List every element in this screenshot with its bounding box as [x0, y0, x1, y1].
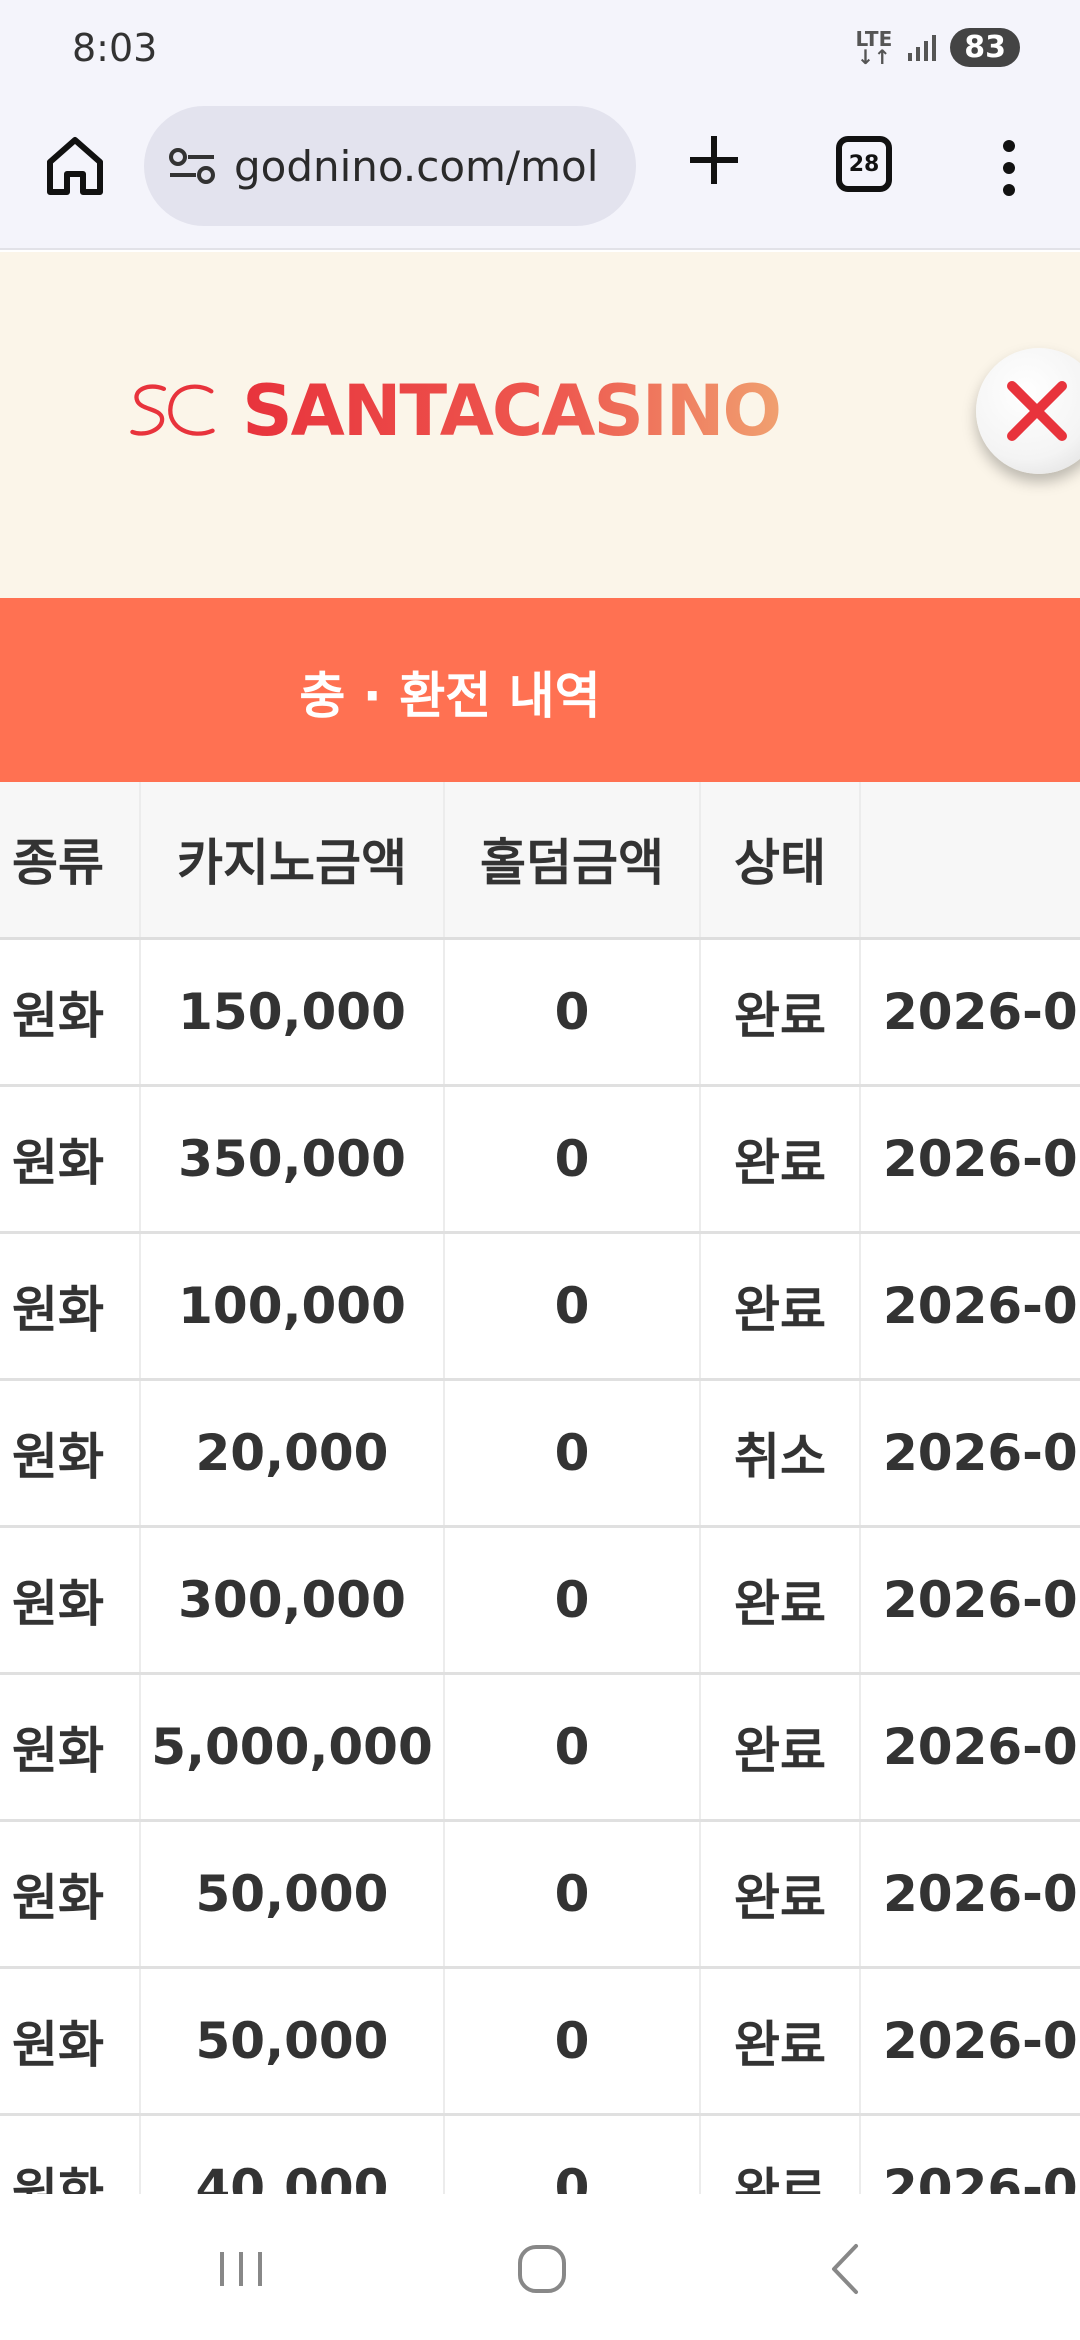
table-row: 원화 40,000 0 완료 2026-0	[0, 2114, 1080, 2194]
battery-badge: 83	[950, 28, 1020, 67]
status-bar: 8:03 LTE ↓↑ 83	[0, 0, 1080, 100]
cell-holdem-amount: 0	[444, 1673, 701, 1822]
address-bar[interactable]: godnino.com/mol	[144, 106, 636, 226]
cell-date: 2026-0	[860, 1673, 1080, 1822]
cell-holdem-amount: 0	[444, 938, 701, 1087]
cell-date: 2026-0	[860, 2114, 1080, 2194]
browser-toolbar: godnino.com/mol 28	[0, 100, 1080, 250]
cell-holdem-amount: 0	[444, 1820, 701, 1969]
cell-date: 2026-04	[860, 938, 1080, 1087]
cell-holdem-amount: 0	[444, 1085, 701, 1234]
cell-type: 원화	[0, 1379, 141, 1528]
cell-status: 완료	[700, 1085, 861, 1234]
table-row: 원화 150,000 0 완료 2026-04	[0, 938, 1080, 1087]
cell-casino-amount: 50,000	[140, 1967, 445, 2116]
header-type: 종류	[0, 782, 141, 940]
cell-status: 완료	[700, 1673, 861, 1822]
cell-casino-amount: 350,000	[140, 1085, 445, 1234]
cell-type: 원화	[0, 1673, 141, 1822]
cell-casino-amount: 100,000	[140, 1232, 445, 1381]
tab-count: 28	[848, 151, 880, 177]
more-vert-icon[interactable]	[1000, 140, 1018, 196]
cell-status: 완료	[700, 1526, 861, 1675]
cell-status: 완료	[700, 938, 861, 1087]
cell-status: 완료	[700, 1967, 861, 2116]
table-row: 원화 300,000 0 완료 2026-03	[0, 1526, 1080, 1675]
page-title: 충 · 환전 내역	[299, 667, 601, 725]
tabs-icon[interactable]: 28	[836, 136, 892, 192]
table-row: 원화 350,000 0 완료 2026-04	[0, 1085, 1080, 1234]
logo-text: SANTACASINO	[242, 370, 782, 452]
cell-date: 2026-04	[860, 1232, 1080, 1381]
cell-status: 완료	[700, 1820, 861, 1969]
home-circle-icon[interactable]	[507, 2234, 577, 2304]
cell-holdem-amount: 0	[444, 1379, 701, 1528]
cell-type: 원화	[0, 1820, 141, 1969]
status-icons: LTE ↓↑ 83	[855, 26, 1020, 69]
table-row: 원화 5,000,000 0 완료 2026-0	[0, 1673, 1080, 1822]
logo-area: SANTACASINO	[0, 252, 1080, 598]
close-button[interactable]	[976, 348, 1080, 474]
santacasino-logo[interactable]: SANTACASINO	[130, 356, 782, 466]
table-row: 원화 50,000 0 완료 2026-0	[0, 1967, 1080, 2116]
home-icon[interactable]	[40, 130, 110, 200]
cell-type: 원화	[0, 1967, 141, 2116]
cell-casino-amount: 40,000	[140, 2114, 445, 2194]
header-casino-amount: 카지노금액	[140, 782, 445, 940]
cell-casino-amount: 5,000,000	[140, 1673, 445, 1822]
sc-logo-mark-icon	[130, 384, 215, 436]
cell-holdem-amount: 0	[444, 1526, 701, 1675]
cell-type: 원화	[0, 1085, 141, 1234]
cell-date: 2026-03	[860, 1379, 1080, 1528]
back-icon[interactable]	[812, 2234, 882, 2304]
lte-icon: LTE ↓↑	[855, 26, 893, 69]
title-banner: 충 · 환전 내역	[0, 598, 1080, 782]
cell-date: 2026-0	[860, 1967, 1080, 2116]
table-header-row: 종류 카지노금액 홀덤금액 상태	[0, 782, 1080, 940]
cell-casino-amount: 150,000	[140, 938, 445, 1087]
header-status: 상태	[700, 782, 861, 940]
cell-status: 취소	[700, 1379, 861, 1528]
table-row: 원화 100,000 0 완료 2026-04	[0, 1232, 1080, 1381]
recent-apps-icon[interactable]	[206, 2234, 276, 2304]
header-holdem-amount: 홀덤금액	[444, 782, 701, 940]
network-label: LTE	[855, 26, 893, 51]
cell-status: 완료	[700, 1232, 861, 1381]
cell-type: 원화	[0, 1526, 141, 1675]
close-x-icon	[1007, 381, 1067, 441]
history-table-container[interactable]: 종류 카지노금액 홀덤금액 상태 원화 150,000 0 완료 2026-04…	[0, 782, 1080, 2194]
table-row: 원화 50,000 0 완료 2026-0	[0, 1820, 1080, 1969]
signal-icon	[908, 34, 937, 61]
history-table: 종류 카지노금액 홀덤금액 상태 원화 150,000 0 완료 2026-04…	[0, 782, 1080, 2194]
system-nav-bar	[0, 2194, 1080, 2340]
cell-holdem-amount: 0	[444, 2114, 701, 2194]
cell-status: 완료	[700, 2114, 861, 2194]
site-settings-icon[interactable]	[166, 146, 218, 186]
status-time: 8:03	[72, 26, 158, 70]
table-row: 원화 20,000 0 취소 2026-03	[0, 1379, 1080, 1528]
url-text[interactable]: godnino.com/mol	[234, 142, 598, 191]
cell-casino-amount: 300,000	[140, 1526, 445, 1675]
cell-casino-amount: 20,000	[140, 1379, 445, 1528]
cell-holdem-amount: 0	[444, 1967, 701, 2116]
plus-icon[interactable]	[684, 130, 744, 190]
cell-casino-amount: 50,000	[140, 1820, 445, 1969]
header-date	[860, 782, 1080, 940]
cell-holdem-amount: 0	[444, 1232, 701, 1381]
cell-date: 2026-04	[860, 1085, 1080, 1234]
cell-date: 2026-0	[860, 1820, 1080, 1969]
cell-type: 원화	[0, 1232, 141, 1381]
cell-type: 원화	[0, 2114, 141, 2194]
cell-date: 2026-03	[860, 1526, 1080, 1675]
cell-type: 원화	[0, 938, 141, 1087]
